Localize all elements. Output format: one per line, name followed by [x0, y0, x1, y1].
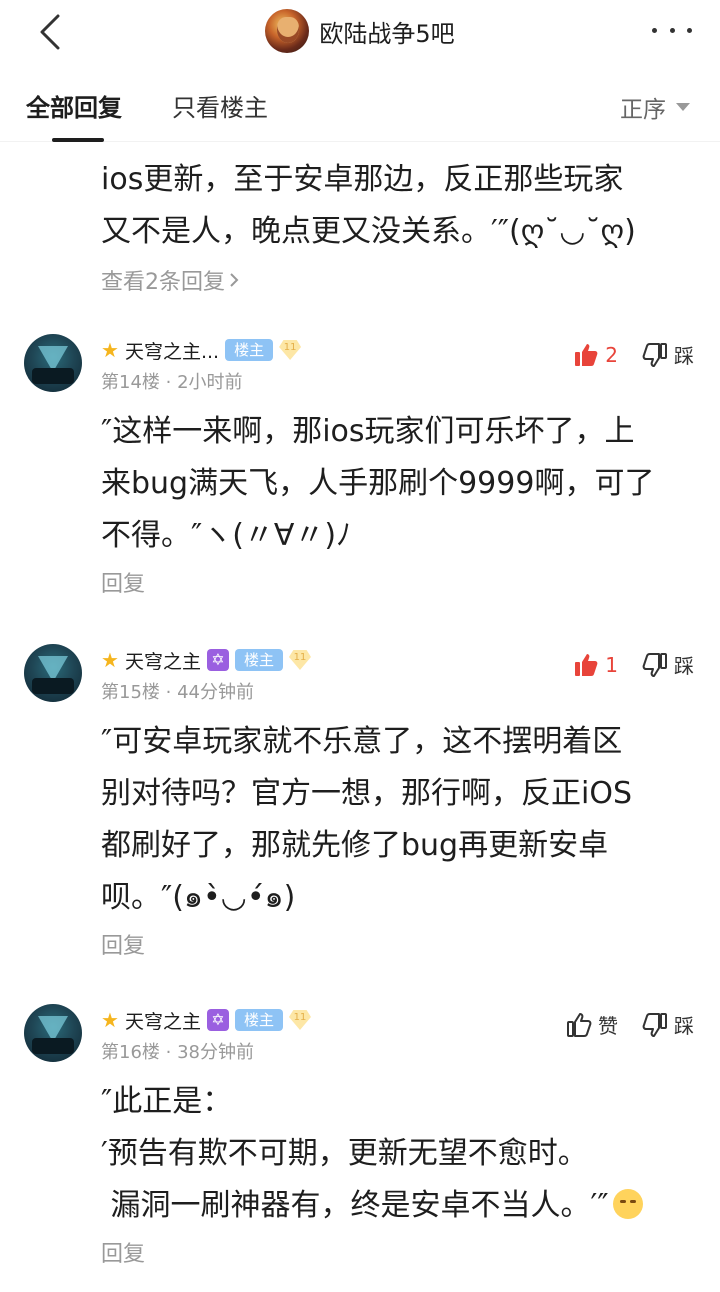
dislike-button[interactable]: 踩	[642, 1010, 694, 1039]
reply-tabs: 全部回复 只看楼主 正序	[0, 64, 720, 142]
hexagram-icon: ✡	[206, 1009, 229, 1031]
username[interactable]: 天穹之主	[125, 1007, 201, 1034]
view-sub-replies-label: 查看2条回复	[101, 270, 225, 295]
forum-avatar[interactable]	[265, 9, 310, 53]
avatar[interactable]	[24, 334, 82, 392]
thumb-down-icon	[642, 1012, 667, 1037]
thumb-up-icon	[567, 1012, 592, 1037]
blushing-face-icon	[612, 1189, 643, 1219]
sort-dropdown[interactable]: 正序	[620, 90, 690, 124]
post-text: ″可安卓玩家就不乐意了，这不摆明着区 别对待吗？官方一想，那行啊，反正iOS 都…	[101, 724, 632, 915]
forum-header[interactable]: 欧陆战争5吧	[0, 8, 720, 54]
top-bar: 欧陆战争5吧	[0, 0, 720, 64]
reply-link[interactable]: 回复	[101, 1236, 701, 1268]
level-number: 11	[293, 652, 307, 663]
tab-all-replies[interactable]: 全部回复	[26, 88, 122, 123]
post-text-content: ″此正是： ′预告有欺不可期，更新无望不愈时。 漏洞一刷神器有，终是安卓不当人。…	[101, 1084, 609, 1223]
post-body: ″这样一来啊，那ios玩家们可乐坏了，上 来bug满天飞，人手那刷个9999啊，…	[101, 406, 701, 598]
thumb-up-filled-icon	[575, 343, 598, 366]
more-options-icon[interactable]	[652, 20, 692, 40]
level-badge-icon: 11	[289, 650, 311, 670]
post-actions: 2 踩	[573, 340, 694, 369]
dislike-button[interactable]: 踩	[642, 650, 694, 679]
dislike-label: 踩	[674, 1014, 694, 1038]
post-actions: 1 踩	[573, 650, 694, 679]
post-meta: ★ 天穹之主 ✡ 楼主 11 第16楼 · 38分钟前	[101, 1006, 311, 1064]
avatar[interactable]	[24, 1004, 82, 1062]
post-body: ″可安卓玩家就不乐意了，这不摆明着区 别对待吗？官方一想，那行啊，反正iOS 都…	[101, 716, 701, 960]
avatar[interactable]	[24, 644, 82, 702]
level-badge-icon: 11	[279, 340, 301, 360]
post-actions: 赞 踩	[566, 1010, 694, 1039]
like-label: 赞	[598, 1014, 618, 1038]
post-text: ″此正是： ′预告有欺不可期，更新无望不愈时。 漏洞一刷神器有，终是安卓不当人。…	[101, 1076, 701, 1232]
post-meta: ★ 天穹之主... 楼主 11 第14楼 · 2小时前	[101, 336, 301, 394]
tab-owner-only[interactable]: 只看楼主	[172, 88, 268, 123]
like-count: 1	[605, 652, 618, 677]
post-meta: ★ 天穹之主 ✡ 楼主 11 第15楼 · 44分钟前	[101, 646, 311, 704]
reply-link[interactable]: 回复	[101, 566, 701, 598]
caret-down-icon	[676, 103, 690, 111]
floor-time: 第16楼 · 38分钟前	[101, 1042, 254, 1063]
post-text: ios更新，至于安卓那边，反正那些玩家 又不是人，晚点更又没关系。′″(ღ˘◡˘…	[101, 162, 636, 249]
owner-badge: 楼主	[234, 1009, 283, 1031]
like-button[interactable]: 2	[573, 342, 618, 368]
like-button[interactable]: 赞	[566, 1010, 618, 1039]
star-icon: ★	[101, 338, 119, 362]
sort-label: 正序	[620, 97, 666, 123]
thumb-down-icon	[642, 342, 667, 367]
floor-time: 第15楼 · 44分钟前	[101, 682, 254, 703]
forum-name[interactable]: 欧陆战争5吧	[319, 14, 454, 49]
like-count: 2	[605, 342, 618, 367]
owner-badge: 楼主	[234, 649, 283, 671]
username[interactable]: 天穹之主...	[125, 337, 219, 364]
partial-post: ios更新，至于安卓那边，反正那些玩家 又不是人，晚点更又没关系。′″(ღ˘◡˘…	[101, 154, 701, 296]
thumb-down-icon	[642, 652, 667, 677]
star-icon: ★	[101, 1008, 119, 1032]
post-body: ″此正是： ′预告有欺不可期，更新无望不愈时。 漏洞一刷神器有，终是安卓不当人。…	[101, 1076, 701, 1268]
star-icon: ★	[101, 648, 119, 672]
level-number: 11	[283, 342, 297, 353]
hexagram-icon: ✡	[206, 649, 229, 671]
thumb-up-filled-icon	[575, 653, 598, 676]
post-text: ″这样一来啊，那ios玩家们可乐坏了，上 来bug满天飞，人手那刷个9999啊，…	[101, 414, 655, 553]
like-button[interactable]: 1	[573, 652, 618, 678]
level-badge-icon: 11	[289, 1010, 311, 1030]
active-tab-indicator	[52, 138, 104, 142]
dislike-label: 踩	[674, 654, 694, 678]
view-sub-replies-link[interactable]: 查看2条回复	[101, 264, 701, 296]
level-number: 11	[293, 1012, 307, 1023]
chevron-right-icon	[230, 273, 239, 287]
owner-badge: 楼主	[225, 339, 274, 361]
username[interactable]: 天穹之主	[125, 647, 201, 674]
dislike-label: 踩	[674, 344, 694, 368]
reply-link[interactable]: 回复	[101, 928, 701, 960]
dislike-button[interactable]: 踩	[642, 340, 694, 369]
floor-time: 第14楼 · 2小时前	[101, 372, 243, 393]
